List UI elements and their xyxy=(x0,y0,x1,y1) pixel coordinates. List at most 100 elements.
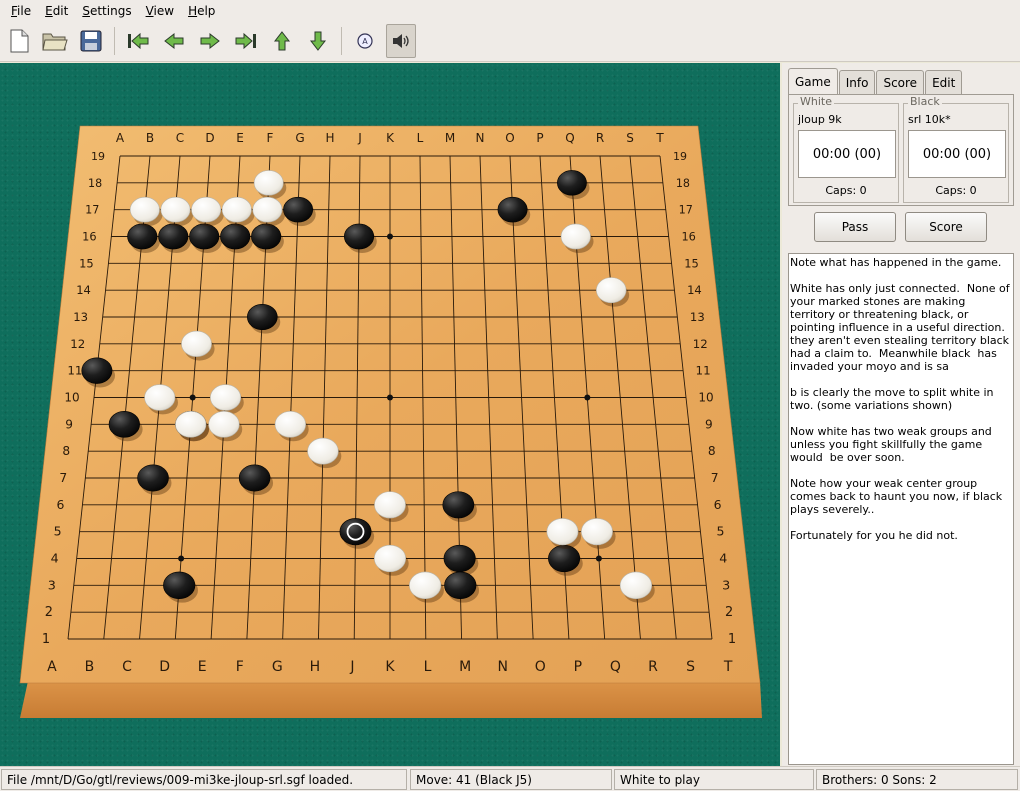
row-label-left: 16 xyxy=(82,230,96,244)
board-area[interactable]: A A B B C C D D E E F F G G H H J J K K L L M M N N O O P P Q Q R R S S T T 19… xyxy=(0,63,780,766)
tab-edit[interactable]: Edit xyxy=(925,70,963,94)
column-label-top: D xyxy=(205,131,214,145)
white-stone xyxy=(619,571,653,600)
row-label-right: 2 xyxy=(725,605,733,620)
column-label-bottom: C xyxy=(122,659,132,675)
row-label-left: 5 xyxy=(54,524,62,539)
row-label-left: 9 xyxy=(65,417,73,431)
row-label-right: 12 xyxy=(693,337,708,351)
first-move-button[interactable] xyxy=(123,24,153,58)
column-label-top: F xyxy=(267,131,274,145)
row-label-right: 14 xyxy=(687,283,702,297)
white-stone xyxy=(181,330,212,357)
next-move-button[interactable] xyxy=(195,24,225,58)
column-label-top: L xyxy=(417,131,424,145)
menu-help[interactable]: Help xyxy=(181,4,222,18)
row-label-left: 19 xyxy=(91,150,105,163)
column-label-top: P xyxy=(536,131,543,145)
last-move-button[interactable] xyxy=(231,24,261,58)
column-label-bottom: F xyxy=(236,659,244,675)
black-stone xyxy=(339,518,372,546)
white-stone xyxy=(373,544,406,573)
row-label-left: 11 xyxy=(67,364,82,378)
white-legend: White xyxy=(798,95,834,108)
black-captures: Caps: 0 xyxy=(935,184,977,197)
white-player-name: jloup 9k xyxy=(798,113,842,126)
column-label-bottom: Q xyxy=(610,659,621,675)
black-stone xyxy=(444,571,477,600)
go-board[interactable]: AABBCCDDEEFFGGHHJJKKLLMMNNOOPPQQRRSSTT19… xyxy=(0,63,780,766)
first-move-icon xyxy=(128,32,149,50)
menu-file[interactable]: File xyxy=(4,4,38,18)
row-label-left: 3 xyxy=(48,578,56,593)
black-stone xyxy=(220,223,251,250)
open-folder-icon xyxy=(42,33,68,51)
next-move-icon xyxy=(200,32,220,50)
column-label-top: J xyxy=(357,131,362,145)
row-label-right: 4 xyxy=(719,551,727,566)
black-stone xyxy=(251,223,282,250)
menu-view[interactable]: View xyxy=(139,4,181,18)
column-label-bottom: R xyxy=(648,659,658,675)
menu-edit[interactable]: Edit xyxy=(38,4,75,18)
white-stone xyxy=(129,196,160,223)
white-stone xyxy=(560,223,591,250)
column-label-bottom: O xyxy=(535,659,546,675)
white-stone xyxy=(221,196,252,223)
row-label-right: 17 xyxy=(679,204,693,217)
row-label-left: 18 xyxy=(88,177,102,190)
row-label-right: 6 xyxy=(714,497,722,512)
row-label-right: 1 xyxy=(728,632,736,647)
row-label-left: 4 xyxy=(51,551,59,566)
column-label-bottom: N xyxy=(497,659,507,675)
row-label-right: 8 xyxy=(708,444,716,458)
row-label-right: 13 xyxy=(690,310,705,324)
row-label-right: 7 xyxy=(711,471,719,485)
white-stone xyxy=(208,411,240,438)
white-stone xyxy=(210,384,242,411)
black-stone xyxy=(137,464,169,492)
row-label-right: 9 xyxy=(705,417,713,431)
column-label-top: G xyxy=(295,131,304,145)
score-button[interactable]: Score xyxy=(905,212,987,242)
board-front-edge xyxy=(20,681,762,718)
previous-variation-button[interactable] xyxy=(267,24,297,58)
save-icon xyxy=(80,30,102,52)
column-label-bottom: B xyxy=(85,659,95,675)
tab-info[interactable]: Info xyxy=(838,70,876,94)
open-button[interactable] xyxy=(40,24,70,58)
black-stone xyxy=(238,464,271,492)
row-label-left: 2 xyxy=(45,605,53,620)
coordinates-button[interactable]: A xyxy=(350,24,380,58)
row-label-left: 1 xyxy=(42,632,50,647)
row-label-right: 18 xyxy=(676,177,690,190)
black-player-frame: Black srl 10k* 00:00 (00) Caps: 0 xyxy=(903,95,1009,203)
previous-move-button[interactable] xyxy=(159,24,189,58)
column-label-bottom: J xyxy=(349,659,354,675)
white-stone xyxy=(274,411,306,438)
row-label-left: 7 xyxy=(59,471,67,485)
white-stone xyxy=(191,196,222,223)
sound-icon xyxy=(393,34,409,48)
hoshi-point xyxy=(178,555,185,562)
white-captures: Caps: 0 xyxy=(825,184,867,197)
tab-score[interactable]: Score xyxy=(876,70,925,94)
comment-textarea[interactable]: Note what has happened in the game. Whit… xyxy=(788,253,1014,765)
black-stone xyxy=(108,411,140,438)
hoshi-point xyxy=(387,233,393,240)
next-variation-button[interactable] xyxy=(303,24,333,58)
sound-toggle-button[interactable] xyxy=(386,24,416,58)
black-stone xyxy=(163,571,196,600)
column-label-bottom: G xyxy=(272,659,283,675)
menu-settings[interactable]: Settings xyxy=(75,4,138,18)
pass-button[interactable]: Pass xyxy=(814,212,896,242)
column-label-bottom: L xyxy=(424,659,432,675)
new-button[interactable] xyxy=(4,24,34,58)
black-stone xyxy=(557,170,587,196)
row-label-left: 12 xyxy=(70,337,85,351)
status-tree: Brothers: 0 Sons: 2 xyxy=(816,769,1018,790)
previous-move-icon xyxy=(164,32,184,50)
status-move: Move: 41 (Black J5) xyxy=(410,769,612,790)
save-button[interactable] xyxy=(76,24,106,58)
tab-game[interactable]: Game xyxy=(788,68,838,94)
